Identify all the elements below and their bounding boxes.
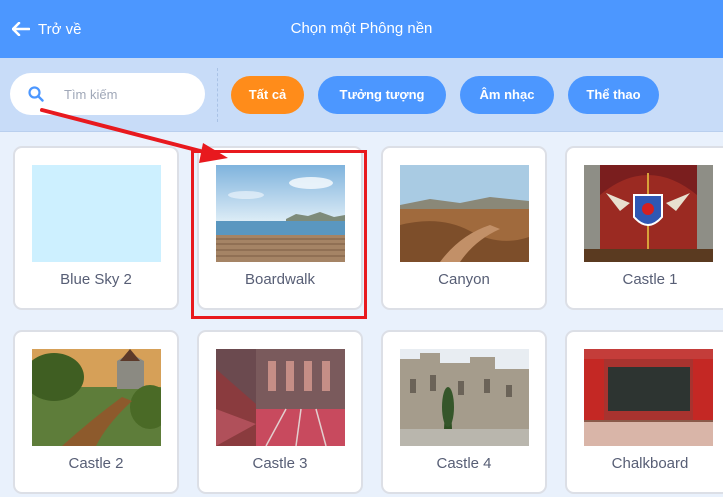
backdrop-name: Castle 3 (252, 455, 308, 472)
back-label: Trở về (38, 20, 82, 38)
backdrop-name: Boardwalk (244, 271, 316, 288)
backdrop-card-castle-1[interactable]: Castle 1 (565, 146, 723, 310)
backdrop-name: Blue Sky 2 (60, 271, 132, 288)
backdrop-thumbnail (400, 349, 529, 446)
backdrop-name: Chalkboard (611, 455, 689, 472)
backdrop-card-castle-3[interactable]: Castle 3 (197, 330, 363, 494)
backdrop-card-boardwalk[interactable]: Boardwalk (197, 146, 363, 310)
backdrop-thumbnail (216, 349, 345, 446)
search-box[interactable] (10, 73, 205, 115)
backdrop-card-castle-4[interactable]: Castle 4 (381, 330, 547, 494)
search-input[interactable] (64, 73, 194, 115)
backdrop-card-blue-sky-2[interactable]: Blue Sky 2 (13, 146, 179, 310)
arrow-left-icon (12, 22, 30, 36)
page-title: Chọn một Phông nền (290, 20, 433, 37)
backdrop-card-chalkboard[interactable]: Chalkboard (565, 330, 723, 494)
backdrop-card-castle-2[interactable]: Castle 2 (13, 330, 179, 494)
backdrop-thumbnail (584, 349, 713, 446)
backdrop-name: Castle 1 (622, 271, 678, 288)
header-bar: Trở về Chọn một Phông nền (0, 0, 723, 58)
backdrop-name: Castle 2 (68, 455, 124, 472)
backdrop-thumbnail (400, 165, 529, 262)
filter-all[interactable]: Tất cả (231, 76, 304, 114)
filter-bar: Tất cả Tưởng tượng Âm nhạc Thể thao (0, 58, 723, 132)
filter-sports[interactable]: Thể thao (568, 76, 659, 114)
search-icon (28, 86, 44, 102)
filter-music[interactable]: Âm nhạc (460, 76, 554, 114)
back-button[interactable]: Trở về (12, 0, 81, 58)
filter-divider (217, 68, 218, 122)
backdrop-name: Castle 4 (436, 455, 492, 472)
backdrop-thumbnail (584, 165, 713, 262)
backdrop-card-canyon[interactable]: Canyon (381, 146, 547, 310)
backdrop-thumbnail (32, 165, 161, 262)
backdrop-thumbnail (32, 349, 161, 446)
backdrop-thumbnail (216, 165, 345, 262)
backdrop-name: Canyon (438, 271, 490, 288)
filter-fantasy[interactable]: Tưởng tượng (318, 76, 446, 114)
backdrop-grid: Blue Sky 2 Boardwalk Canyon Castle 1 Cas… (0, 133, 723, 497)
